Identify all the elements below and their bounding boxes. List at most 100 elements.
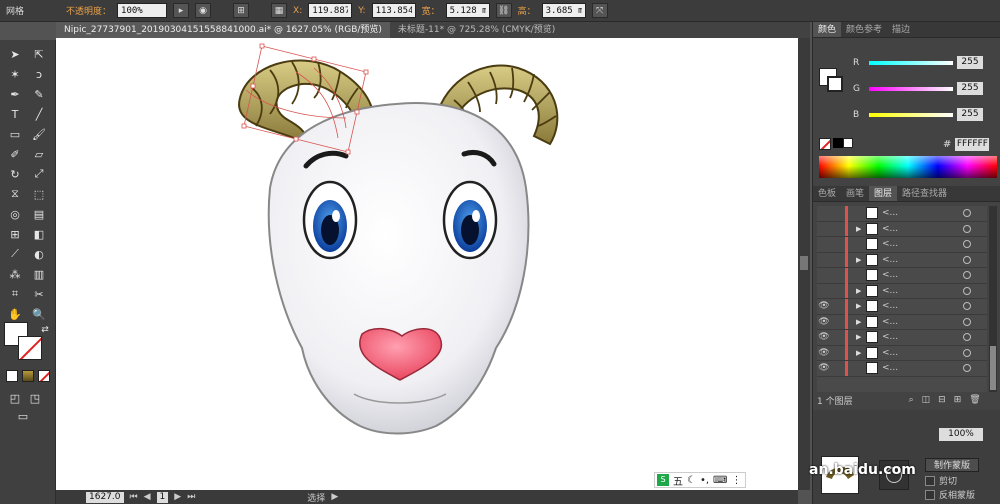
channel-g-value[interactable]: 255 [957,82,983,95]
channel-b-value[interactable]: 255 [957,108,983,121]
recolor-icon[interactable]: ◉ [195,3,212,18]
slider-b[interactable]: B 255 [853,108,983,121]
slider-b-track[interactable] [869,112,953,117]
expand-arrow-icon[interactable]: ▶ [856,333,866,341]
next-page-icon[interactable]: ▶ [174,492,181,502]
color-spectrum[interactable] [819,156,997,178]
tab-swatches[interactable]: 色板 [813,186,841,201]
layer-name[interactable]: <... [882,332,898,342]
direct-selection-tool-icon[interactable]: ⇱ [30,46,48,62]
new-layer-icon[interactable]: ⊞ [954,395,962,405]
expand-arrow-icon[interactable]: ▶ [856,302,866,310]
artboard-canvas[interactable]: S 五 ☾ •, ⌨ ⋮ [56,38,798,490]
pencil-tool-icon[interactable]: ✐ [6,146,24,162]
transparency-opacity-input[interactable]: 100% [939,428,983,441]
prev-page-icon[interactable]: ◀ [144,492,151,502]
hex-input[interactable]: FFFFFF [955,138,990,151]
layer-row[interactable]: 👁 <... [817,360,987,377]
opacity-input[interactable] [117,3,168,18]
dropdown-arrow-icon[interactable]: ▸ [173,3,190,18]
target-circle-icon[interactable] [963,333,971,342]
layer-row[interactable]: ▶ <... [817,252,987,268]
target-circle-icon[interactable] [963,209,971,218]
zoom-tool-icon[interactable]: 🔍 [30,306,48,322]
symbol-sprayer-tool-icon[interactable]: ⁂ [6,266,24,282]
draw-inside-icon[interactable]: ◳ [26,390,44,406]
layer-row[interactable]: <... [817,205,987,222]
tab-stroke[interactable]: 描边 [887,22,915,37]
target-circle-icon[interactable] [963,240,971,249]
tab-color-guide[interactable]: 颜色参考 [841,22,887,37]
y-input[interactable] [371,3,416,18]
layer-row[interactable]: 👁 ▶ <... [817,329,987,346]
status-arrow-icon[interactable]: ▶ [331,492,338,502]
target-circle-icon[interactable] [963,302,971,311]
transform-icon[interactable]: ⤧ [591,3,608,18]
curvature-tool-icon[interactable]: ✎ [30,86,48,102]
delete-layer-icon[interactable]: 🗑 [969,395,980,405]
make-mask-button[interactable]: 制作蒙版 [925,458,979,472]
selection-tool-icon[interactable]: ➤ [6,46,24,62]
layer-name[interactable]: <... [882,363,898,373]
align-icon[interactable]: ⊞ [233,3,250,18]
layers-scroll-thumb[interactable] [990,346,996,390]
layer-row[interactable]: ▶ <... [817,221,987,237]
ime-toolbar[interactable]: S 五 ☾ •, ⌨ ⋮ [654,472,746,488]
last-page-icon[interactable]: ⏭ [187,492,195,502]
expand-arrow-icon[interactable]: ▶ [856,349,866,357]
height-input[interactable] [541,3,586,18]
layer-name[interactable]: <... [882,348,898,358]
clip-checkbox[interactable] [925,476,935,486]
width-tool-icon[interactable]: ⧖ [6,186,24,202]
x-input[interactable] [308,3,353,18]
slider-g-track[interactable] [869,86,953,91]
mesh-tool-icon[interactable]: ⊞ [6,226,24,242]
layer-name[interactable]: <... [882,224,898,234]
gradient-tool-icon[interactable]: ◧ [30,226,48,242]
layer-row[interactable]: ▶ <... [817,283,987,299]
layers-scrollbar[interactable] [989,206,997,392]
canvas-scrollbar[interactable] [798,38,810,490]
tab-brushes[interactable]: 画笔 [841,186,869,201]
panel-black-swatch[interactable] [833,138,843,148]
draw-mode-icon[interactable]: ◰ [6,390,24,406]
perspective-grid-tool-icon[interactable]: ▤ [30,206,48,222]
layer-name[interactable]: <... [882,255,898,265]
eyedropper-tool-icon[interactable]: ⟋ [6,246,24,262]
layer-name[interactable]: <... [882,317,898,327]
rotate-tool-icon[interactable]: ↻ [6,166,24,182]
reference-point-icon[interactable]: ▦ [271,3,288,18]
layer-name[interactable]: <... [882,208,898,218]
target-circle-icon[interactable] [963,286,971,295]
stroke-swatch[interactable] [18,336,42,360]
layer-row[interactable]: 👁 ▶ <... [817,345,987,361]
none-mode-icon[interactable] [38,370,50,382]
artboard-tool-icon[interactable]: ⌗ [6,286,24,302]
gradient-mode-icon[interactable] [22,370,34,382]
layer-name[interactable]: <... [882,239,898,249]
target-circle-icon[interactable] [963,255,971,264]
blend-tool-icon[interactable]: ◐ [30,246,48,262]
expand-arrow-icon[interactable]: ▶ [856,287,866,295]
layer-name[interactable]: <... [882,301,898,311]
target-circle-icon[interactable] [963,348,971,357]
channel-r-value[interactable]: 255 [957,56,983,69]
target-circle-icon[interactable] [963,364,971,373]
expand-arrow-icon[interactable]: ▶ [856,256,866,264]
keyboard-icon[interactable]: ⌨ [713,475,727,486]
screen-mode-icon[interactable]: ▭ [14,408,32,424]
scroll-thumb[interactable] [800,256,808,270]
width-input[interactable] [445,3,490,18]
moon-icon[interactable]: ☾ [687,475,696,486]
visibility-icon[interactable]: 👁 [817,301,831,311]
page-input[interactable]: 1 [156,491,169,503]
tab-document-1[interactable]: Nipic_27737901_20190304151558841000.ai* … [56,22,390,38]
invert-mask-checkbox[interactable] [925,490,935,500]
color-mode-icon[interactable] [6,370,18,382]
slider-g[interactable]: G 255 [853,82,983,95]
new-sublayer-icon[interactable]: ⊟ [938,395,946,405]
link-icon[interactable]: ⛓ [495,3,512,18]
visibility-icon[interactable]: 👁 [817,363,831,373]
type-tool-icon[interactable]: T [6,106,24,122]
tab-document-2[interactable]: 未标题-11* @ 725.28% (CMYK/预览) [390,22,563,38]
